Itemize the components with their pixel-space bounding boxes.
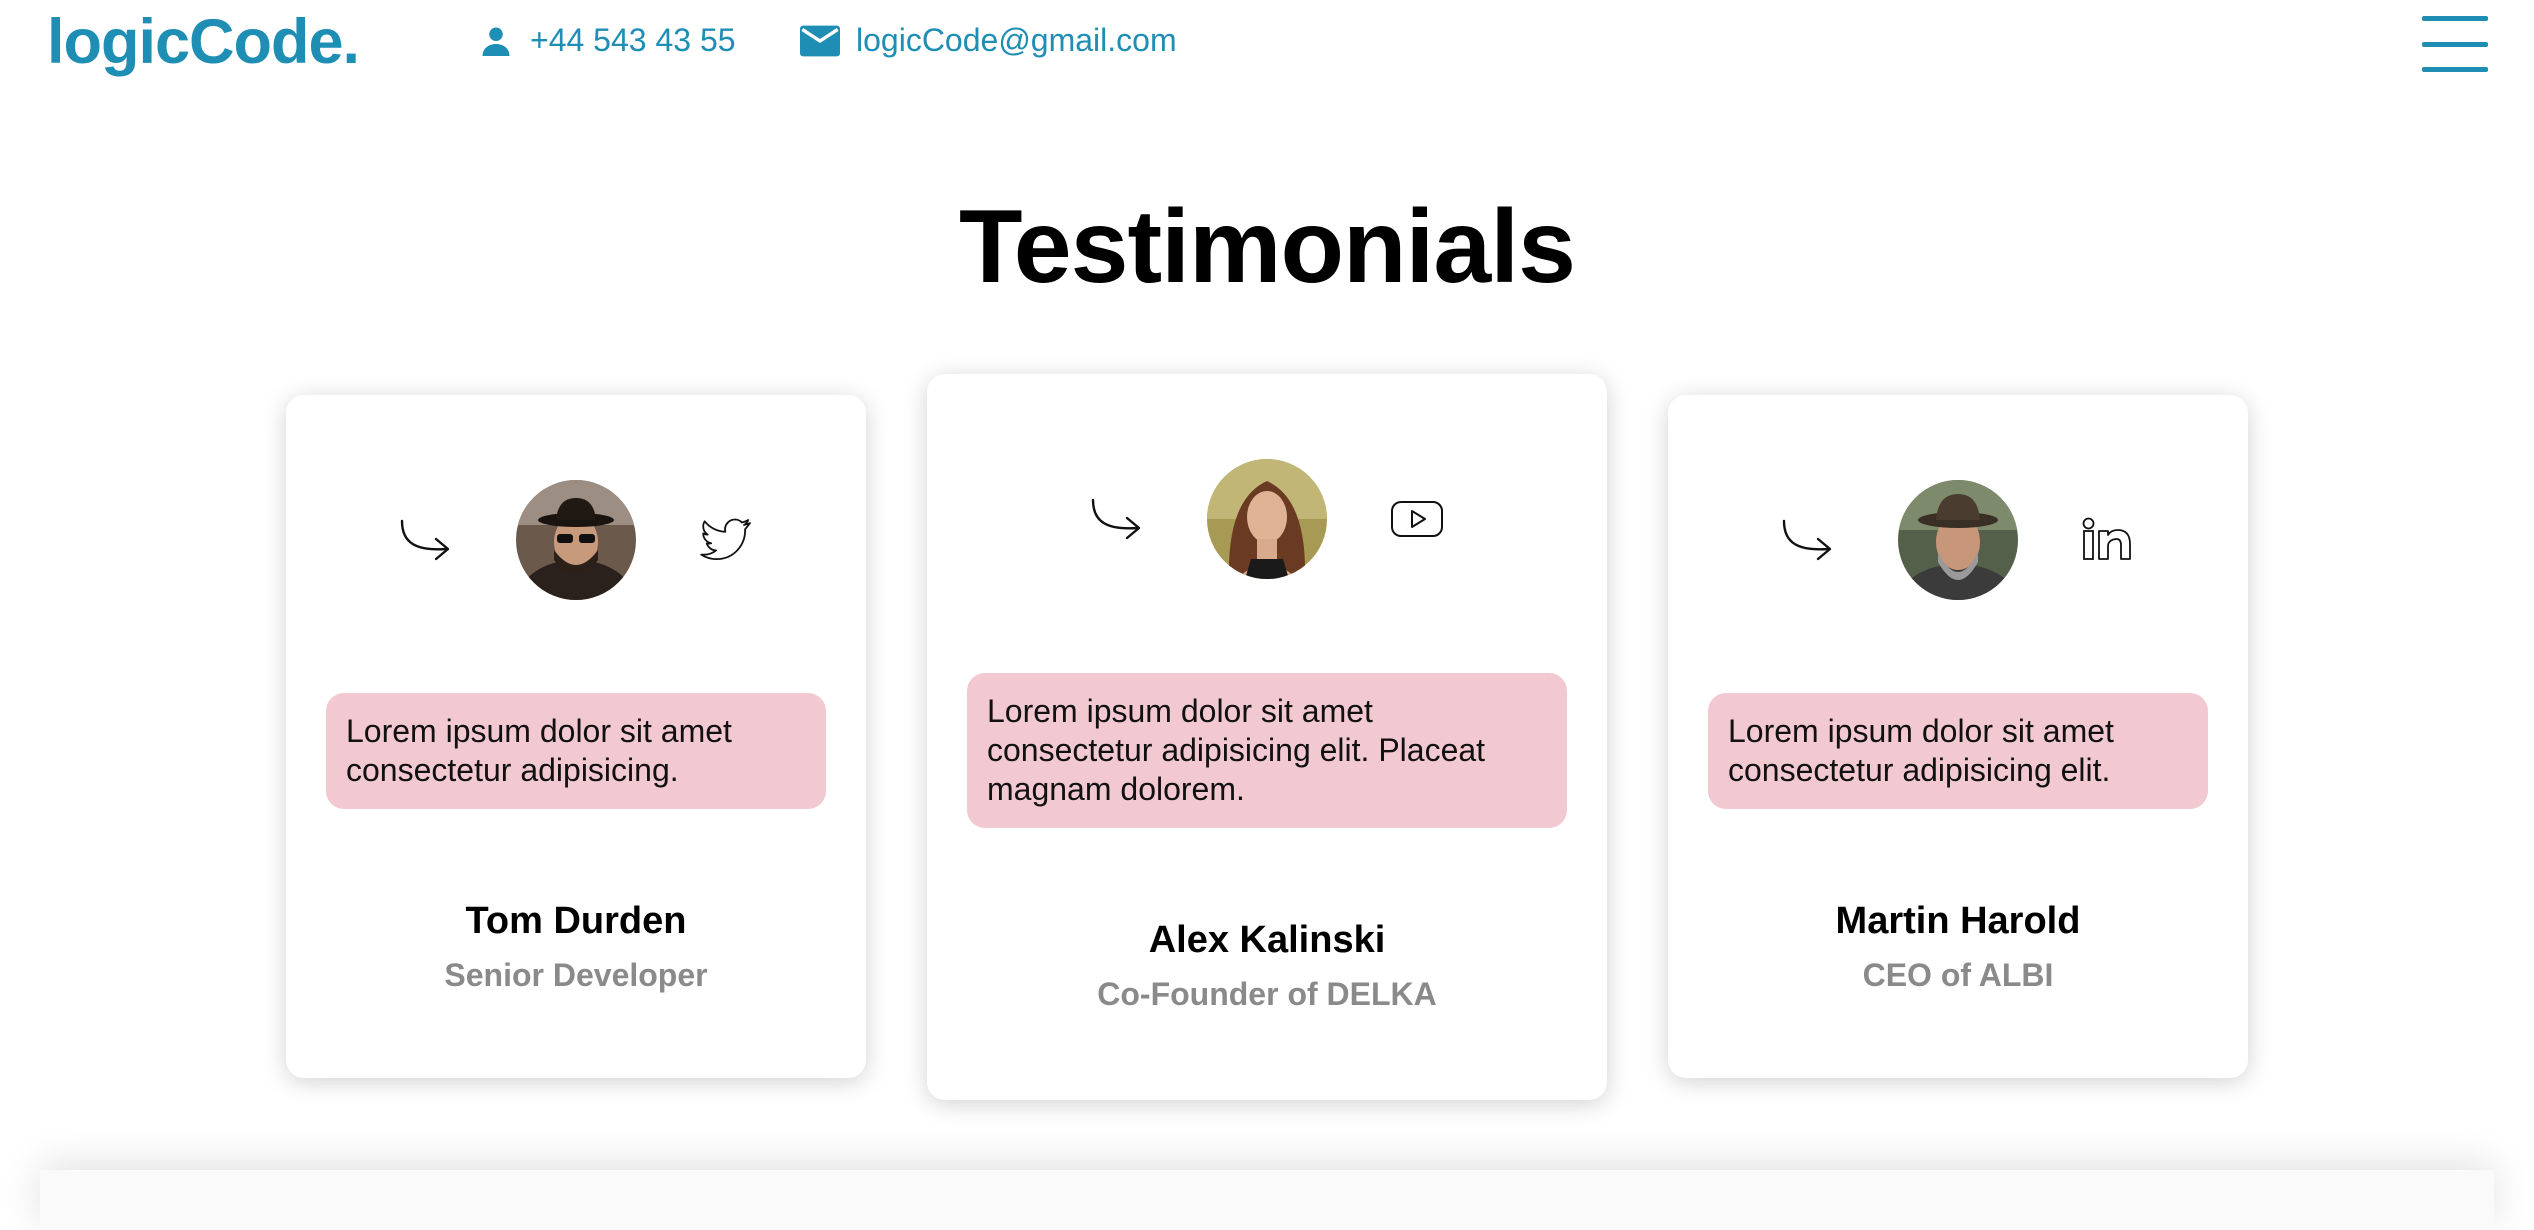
menu-line — [2422, 67, 2488, 72]
testimonial-quote: Lorem ipsum dolor sit amet consectetur a… — [967, 673, 1567, 828]
menu-line — [2422, 16, 2488, 21]
avatar — [1207, 459, 1327, 579]
testimonial-card: Lorem ipsum dolor sit amet consectetur a… — [927, 374, 1607, 1100]
twitter-icon[interactable] — [698, 515, 754, 565]
phone-contact[interactable]: +44 543 43 55 — [478, 22, 736, 59]
avatar — [1898, 480, 2018, 600]
testimonial-quote: Lorem ipsum dolor sit amet consectetur a… — [1708, 693, 2208, 809]
youtube-icon[interactable] — [1389, 494, 1445, 544]
share-arrow-icon[interactable] — [398, 517, 454, 563]
testimonial-card: Lorem ipsum dolor sit amet consectetur a… — [286, 395, 866, 1078]
share-arrow-icon[interactable] — [1089, 496, 1145, 542]
card-icon-row — [927, 459, 1607, 579]
testimonial-name: Tom Durden — [465, 900, 687, 942]
testimonial-card: Lorem ipsum dolor sit amet consectetur a… — [1668, 395, 2248, 1078]
testimonial-role: CEO of ALBI — [1862, 957, 2054, 993]
testimonial-name: Martin Harold — [1835, 900, 2081, 942]
testimonial-role: Senior Developer — [444, 957, 708, 993]
testimonial-name: Alex Kalinski — [1148, 919, 1386, 961]
mail-icon — [800, 25, 840, 56]
testimonial-role: Co-Founder of DELKA — [1097, 976, 1437, 1012]
email-address: logicCode@gmail.com — [856, 22, 1177, 58]
share-arrow-icon[interactable] — [1780, 517, 1836, 563]
logo[interactable]: logicCode. — [47, 6, 360, 78]
testimonial-quote: Lorem ipsum dolor sit amet consectetur a… — [326, 693, 826, 809]
menu-line — [2422, 41, 2488, 47]
phone-number: +44 543 43 55 — [530, 22, 736, 58]
email-contact[interactable]: logicCode@gmail.com — [800, 22, 1177, 59]
next-section-edge — [40, 1170, 2494, 1230]
hamburger-menu-button[interactable] — [2422, 16, 2488, 72]
user-icon — [482, 27, 510, 56]
card-icon-row — [1668, 480, 2248, 600]
avatar — [516, 480, 636, 600]
linkedin-icon[interactable] — [2080, 515, 2136, 565]
card-icon-row — [286, 480, 866, 600]
section-title: Testimonials — [958, 189, 1576, 305]
